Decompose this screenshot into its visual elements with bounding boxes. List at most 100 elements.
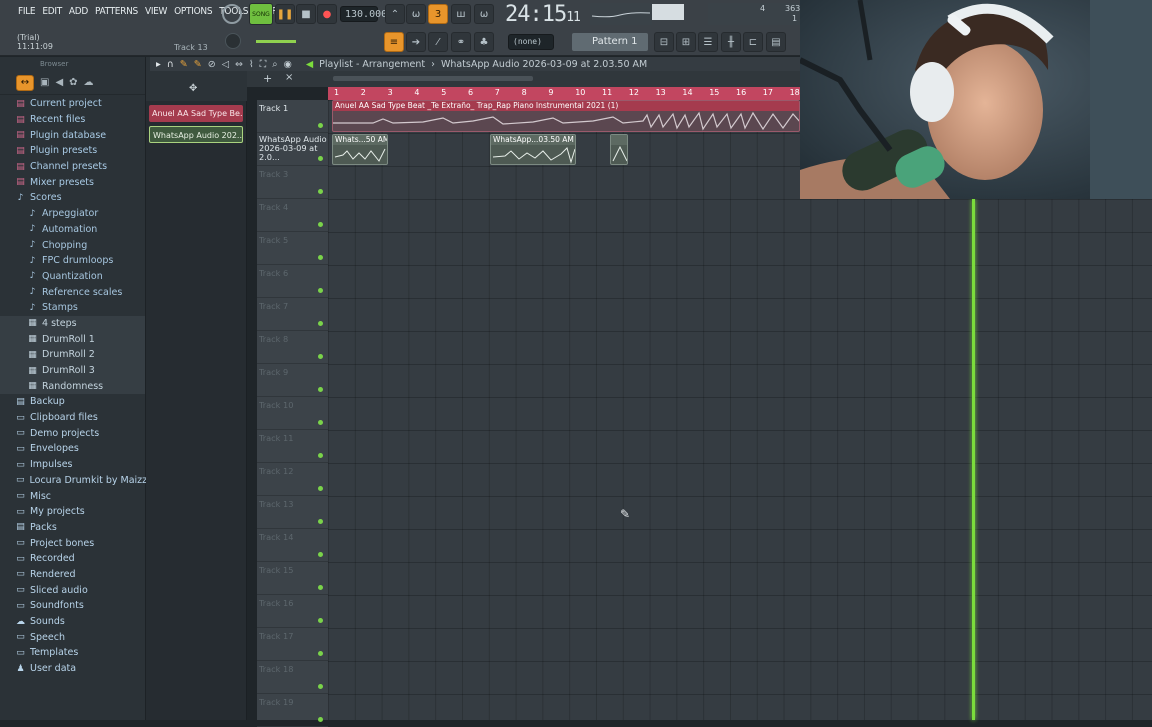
horizontal-scrollbar[interactable] <box>333 76 533 81</box>
select-tool-icon[interactable]: ⛶ <box>260 59 267 70</box>
browser-item[interactable]: ▭ Rendered <box>0 567 145 583</box>
snap-icon[interactable]: ▸ <box>156 59 161 70</box>
channel-rack-button[interactable]: ☰ <box>698 32 718 52</box>
browser-button[interactable]: ⊏ <box>743 32 763 52</box>
menu-add[interactable]: ADD <box>69 6 88 22</box>
track-enable-led[interactable] <box>318 552 323 557</box>
track-enable-led[interactable] <box>318 453 323 458</box>
snap-arrow-button[interactable]: ➔ <box>406 32 426 52</box>
track-header[interactable]: Track 4 <box>257 199 328 232</box>
track-enable-led[interactable] <box>318 519 323 524</box>
browser-item[interactable]: ▭ Recorded <box>0 551 145 567</box>
magnet-icon[interactable]: ∩ <box>167 59 174 70</box>
track-enable-led[interactable] <box>318 255 323 260</box>
menu-options[interactable]: OPTIONS <box>174 6 212 22</box>
mixer-button[interactable]: ⊟ <box>654 32 674 52</box>
piano-roll-button[interactable]: ⊞ <box>676 32 696 52</box>
browser-plugin-icon[interactable]: ✿ <box>69 77 77 88</box>
step-edit-button[interactable]: ш <box>451 4 471 24</box>
browser-item[interactable]: ▤ Plugin database <box>0 127 145 143</box>
menu-file[interactable]: FILE <box>18 6 36 22</box>
browser-item[interactable]: ▭ Clipboard files <box>0 410 145 426</box>
browser-item[interactable]: ♪ Arpeggiator <box>0 206 145 222</box>
browser-item[interactable]: ♪ Stamps <box>0 300 145 316</box>
browser-item[interactable]: ▦ Randomness <box>0 378 145 395</box>
browser-item[interactable]: ▦ DrumRoll 3 <box>0 362 145 379</box>
browser-item[interactable]: ▭ Sliced audio <box>0 582 145 598</box>
browser-item[interactable]: ☁ Sounds <box>0 614 145 630</box>
mute-tool-icon[interactable]: ◁ <box>222 59 229 70</box>
loop-record-button[interactable]: ω <box>474 4 494 24</box>
zoom-tool-icon[interactable]: ⌕ <box>272 59 277 70</box>
browser-item[interactable]: ♪ Reference scales <box>0 284 145 300</box>
countdown-button[interactable]: 3 <box>428 4 448 24</box>
link-button[interactable]: ⚭ <box>451 32 471 52</box>
track-header[interactable]: Track 1 <box>257 100 328 133</box>
track-enable-led[interactable] <box>318 486 323 491</box>
track-header[interactable]: Track 18 <box>257 661 328 694</box>
slice-tool-icon[interactable]: ⌇ <box>249 59 254 70</box>
track-header[interactable]: Track 3 <box>257 166 328 199</box>
browser-item[interactable]: ♪ Chopping <box>0 237 145 253</box>
track-header[interactable]: Track 14 <box>257 529 328 562</box>
song-mode-toggle[interactable]: SONG <box>249 3 273 25</box>
mixer-view-button[interactable]: ╫ <box>721 32 741 52</box>
track-enable-led[interactable] <box>318 651 323 656</box>
track-header[interactable]: Track 13 <box>257 496 328 529</box>
track-header[interactable]: Track 15 <box>257 562 328 595</box>
master-pitch-slider[interactable] <box>256 40 296 43</box>
browser-item[interactable]: ▭ Envelopes <box>0 441 145 457</box>
picker-clip-beat[interactable]: Anuel AA Sad Type Be... <box>149 105 243 122</box>
browser-item[interactable]: ▤ Packs <box>0 520 145 536</box>
track-header[interactable]: Track 7 <box>257 298 328 331</box>
track-enable-led[interactable] <box>318 222 323 227</box>
clip-beat[interactable]: Anuel AA Sad Type Beat _Te Extraño_ Trap… <box>332 100 800 132</box>
browser-cloud-icon[interactable]: ☁ <box>84 77 94 88</box>
stamp-button[interactable]: ♣ <box>474 32 494 52</box>
track-header[interactable]: Track 6 <box>257 265 328 298</box>
paint-tool-icon[interactable]: ✎ <box>194 59 202 70</box>
stop-button[interactable]: ■ <box>296 4 316 24</box>
browser-item[interactable]: ▭ Locura Drumkit by Maizzeno <box>0 473 165 489</box>
move-icon[interactable]: ✥ <box>189 83 197 94</box>
arrow-left-icon[interactable]: ◀ <box>306 59 313 70</box>
track-enable-led[interactable] <box>318 321 323 326</box>
menu-edit[interactable]: EDIT <box>42 6 62 22</box>
track-enable-led[interactable] <box>318 420 323 425</box>
track-header[interactable]: Track 9 <box>257 364 328 397</box>
track-enable-led[interactable] <box>318 585 323 590</box>
browser-item[interactable]: ♪ Automation <box>0 222 145 238</box>
track-header[interactable]: Track 11 <box>257 430 328 463</box>
browser-all-button[interactable]: ↔ <box>16 74 34 91</box>
track-header[interactable]: WhatsApp Audio 2026-03-09 at 2.0... <box>257 133 328 166</box>
track-enable-led[interactable] <box>318 288 323 293</box>
clip-whatsapp-2[interactable]: WhatsApp...03.50 AM <box>490 134 576 165</box>
browser-item[interactable]: ▤ Channel presets <box>0 159 145 175</box>
browser-back-icon[interactable]: ◀ <box>55 77 63 88</box>
picker-clip-whatsapp[interactable]: WhatsApp Audio 202... <box>149 126 243 143</box>
track-enable-led[interactable] <box>318 123 323 128</box>
browser-item[interactable]: ▭ Impulses <box>0 457 145 473</box>
add-track-icon[interactable]: + <box>263 72 272 85</box>
browser-item[interactable]: ♪ Quantization <box>0 269 145 285</box>
browser-item[interactable]: ▦ DrumRoll 2 <box>0 347 145 363</box>
timeline-ruler[interactable]: 1 2 3 4 5 6 7 8 9 10 11 12 13 14 15 16 17 18 <box>328 87 800 100</box>
browser-item[interactable]: ♟ User data <box>0 661 145 677</box>
track-header[interactable]: Track 8 <box>257 331 328 364</box>
slip-tool-icon[interactable]: ⇔ <box>235 59 243 70</box>
track-header[interactable]: Track 16 <box>257 595 328 628</box>
browser-item[interactable]: ♪ FPC drumloops <box>0 253 145 269</box>
pattern-selector[interactable]: Pattern 1 <box>572 33 648 51</box>
browser-item[interactable]: ▤ Backup <box>0 394 145 410</box>
plugin-picker-button[interactable]: ▤ <box>766 32 786 52</box>
browser-current-project-icon[interactable]: ▣ <box>40 77 49 88</box>
clip-whatsapp-3[interactable] <box>610 134 628 165</box>
menu-patterns[interactable]: PATTERNS <box>95 6 138 22</box>
brush-button[interactable]: ⁄ <box>428 32 448 52</box>
track-enable-led[interactable] <box>318 618 323 623</box>
browser-item[interactable]: ▦ 4 steps <box>0 315 145 332</box>
wait-input-button[interactable]: ω <box>406 4 426 24</box>
refresh-icon[interactable] <box>222 4 242 24</box>
pause-button[interactable]: ❚❚ <box>275 4 295 24</box>
record-button[interactable]: ● <box>317 4 337 24</box>
